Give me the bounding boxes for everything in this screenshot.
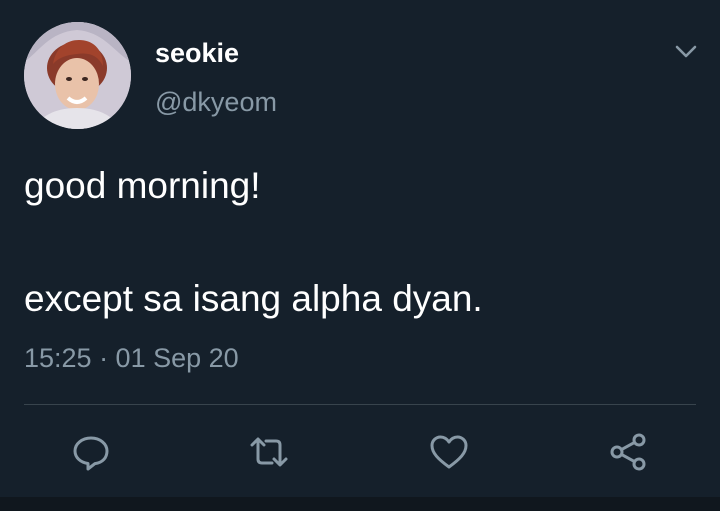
retweet-button[interactable] (248, 431, 290, 473)
heart-icon (430, 435, 468, 469)
user-handle[interactable]: @dkyeom (155, 85, 277, 119)
avatar[interactable] (24, 22, 131, 129)
share-icon (610, 433, 646, 471)
like-button[interactable] (428, 431, 470, 473)
display-name[interactable]: seokie (155, 36, 239, 70)
retweet-icon (250, 437, 288, 467)
tweet-card: seokie @dkyeom good morning! except sa i… (0, 0, 720, 511)
chevron-down-icon[interactable] (671, 38, 701, 64)
reply-icon (73, 436, 109, 471)
tweet-timestamp[interactable]: 15:25 · 01 Sep 20 (24, 341, 239, 375)
tweet-text-line-1: good morning! (24, 165, 261, 206)
divider (24, 404, 696, 405)
share-button[interactable] (607, 431, 649, 473)
tweet-text-line-2: except sa isang alpha dyan. (24, 278, 483, 319)
reply-button[interactable] (70, 431, 112, 473)
avatar-image (24, 22, 131, 129)
bottom-edge (0, 497, 720, 511)
